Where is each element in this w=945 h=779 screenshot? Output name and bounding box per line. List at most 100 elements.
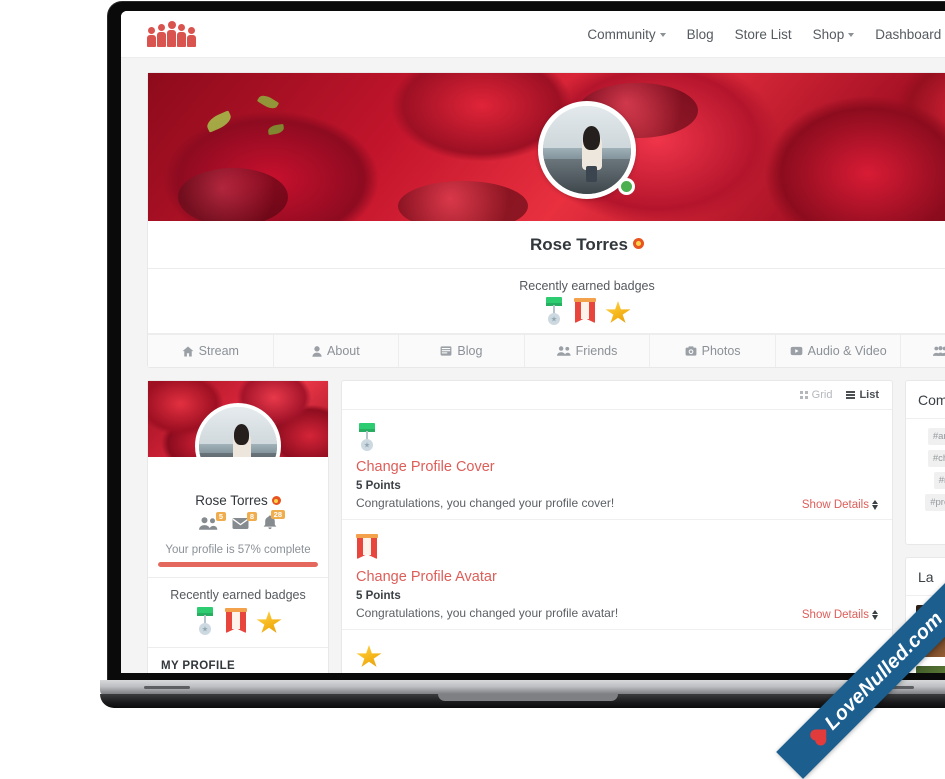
tab-label: Photos — [702, 344, 741, 358]
tab-about[interactable]: About — [274, 335, 400, 367]
show-details-label: Show Details — [802, 499, 869, 511]
profile-header-card: Rose Torres 331 Vie Rec — [147, 72, 945, 368]
tag-item[interactable]: #ama — [928, 428, 945, 445]
profile-cover-photo[interactable] — [148, 73, 945, 221]
stat-messages[interactable]: 8 — [232, 517, 249, 535]
tab-photos[interactable]: Photos — [650, 335, 776, 367]
online-status-indicator — [618, 178, 635, 195]
mini-avatar-image — [195, 403, 281, 457]
logo-person-5 — [187, 27, 196, 47]
show-details-button[interactable]: Show Details — [802, 609, 878, 621]
achievement-points: 5 Points — [356, 590, 878, 602]
grid-icon — [800, 391, 808, 399]
person-icon — [312, 346, 322, 357]
cover-leaf-3 — [267, 124, 284, 135]
nav-link-dashboard[interactable]: Dashboard — [875, 27, 941, 42]
profile-completion-fill — [158, 562, 318, 567]
cover-rose-1 — [178, 168, 288, 221]
mini-cover-photo — [148, 381, 328, 457]
mini-badge-row — [156, 607, 320, 635]
profile-avatar[interactable] — [538, 101, 636, 199]
camera-icon — [685, 346, 697, 356]
tab-friends[interactable]: Friends — [525, 335, 651, 367]
grid-view-button[interactable]: Grid — [800, 389, 832, 401]
post-thumbnail[interactable]: UR PLA — [916, 666, 945, 673]
home-icon — [182, 346, 194, 357]
logo-person-3 — [167, 21, 176, 47]
show-details-label: Show Details — [802, 609, 869, 621]
profile-name-text: Rose Torres — [530, 235, 628, 254]
achievement-item: Change Profile Cover 5 Points Congratula… — [342, 410, 892, 520]
view-toggle: Grid List — [342, 381, 892, 410]
tab-stream[interactable]: Stream — [148, 335, 274, 367]
recent-badges-section: Recently earned badges — [148, 269, 945, 334]
achievement-title[interactable]: Change Profile Cover — [356, 459, 878, 475]
tab-label: About — [327, 344, 360, 358]
logo-person-1 — [147, 27, 156, 47]
nav-link-shop[interactable]: Shop — [813, 27, 855, 42]
star-badge-icon — [356, 643, 382, 669]
laptop-screen: Community Blog Store List Shop Dashboa — [121, 11, 945, 673]
nav-link-label: Store List — [735, 27, 792, 42]
list-view-label: List — [859, 389, 879, 401]
profile-completion-text: Your profile is 57% complete — [158, 544, 318, 556]
page-body: Rose Torres 331 Vie Rec — [121, 58, 945, 673]
tag-item[interactable]: #mornin — [934, 472, 945, 489]
achievement-description: Congratulations, you changed your profil… — [356, 606, 878, 620]
nav-link-store-list[interactable]: Store List — [735, 27, 792, 42]
star-badge-icon[interactable] — [605, 299, 631, 325]
achievement-description: Congratulations, you changed your profil… — [356, 496, 878, 510]
video-icon — [790, 346, 803, 356]
nav-link-label: Community — [587, 27, 655, 42]
achievement-title[interactable]: Change Profile Avatar — [356, 569, 878, 585]
mini-avatar[interactable] — [195, 403, 281, 457]
mini-profile-name[interactable]: Rose Torres — [158, 493, 318, 508]
heart-icon — [815, 729, 826, 740]
tab-label: Stream — [199, 344, 239, 358]
mini-badges-section: Recently earned badges — [148, 577, 328, 647]
tag-item[interactable]: #product — [925, 494, 945, 511]
article-icon — [440, 346, 452, 356]
page-title: Rose Torres — [530, 235, 644, 255]
achievements-card: Grid List — [341, 380, 893, 673]
stat-friends[interactable]: 5 — [199, 517, 218, 535]
recent-badges-title: Recently earned badges — [148, 279, 945, 293]
bookmark-badge-icon[interactable] — [574, 297, 596, 325]
logo-person-2 — [157, 24, 166, 47]
show-details-button[interactable]: Show Details — [802, 499, 878, 511]
star-badge-icon[interactable] — [256, 609, 282, 635]
mini-profile-name-text: Rose Torres — [195, 493, 268, 508]
badge-row — [148, 297, 945, 325]
verified-badge-icon — [272, 496, 281, 505]
nav-link-blog[interactable]: Blog — [687, 27, 714, 42]
stat-count: 28 — [271, 510, 285, 519]
medal-badge-icon[interactable] — [543, 297, 565, 325]
tab-label: Blog — [457, 344, 482, 358]
mini-profile-card: Rose Torres — [147, 380, 329, 673]
achievement-item: Change Profile Avatar 5 Points Congratul… — [342, 520, 892, 630]
tag-item[interactable]: #chat — [928, 450, 945, 467]
laptop-mockup: Community Blog Store List Shop Dashboa — [108, 0, 945, 714]
mini-badges-title: Recently earned badges — [156, 588, 320, 602]
tab-audio-video[interactable]: Audio & Video — [776, 335, 902, 367]
left-sidebar: Rose Torres — [147, 380, 329, 673]
chevron-down-icon — [660, 33, 666, 37]
list-view-button[interactable]: List — [846, 389, 879, 401]
tab-blog[interactable]: Blog — [399, 335, 525, 367]
profile-completion-bar — [158, 562, 318, 567]
laptop-hinge-left — [144, 686, 190, 689]
chevron-down-icon — [848, 33, 854, 37]
medal-badge-icon[interactable] — [194, 607, 216, 635]
tab-groups[interactable]: Groups — [901, 335, 945, 367]
community-tags-card: Comm #ama #awes #chat #giphy #mornin # #… — [905, 380, 945, 545]
achievement-points: 5 Points — [356, 480, 878, 492]
stat-notifications[interactable]: 28 — [263, 515, 277, 535]
cover-rose-2 — [398, 181, 528, 221]
tab-label: Audio & Video — [808, 344, 887, 358]
community-people-logo[interactable] — [147, 21, 196, 47]
bookmark-badge-icon[interactable] — [225, 607, 247, 635]
nav-link-community[interactable]: Community — [587, 27, 665, 42]
groups-icon — [933, 346, 945, 356]
list-icon — [846, 391, 855, 399]
verified-badge-icon — [633, 238, 644, 249]
